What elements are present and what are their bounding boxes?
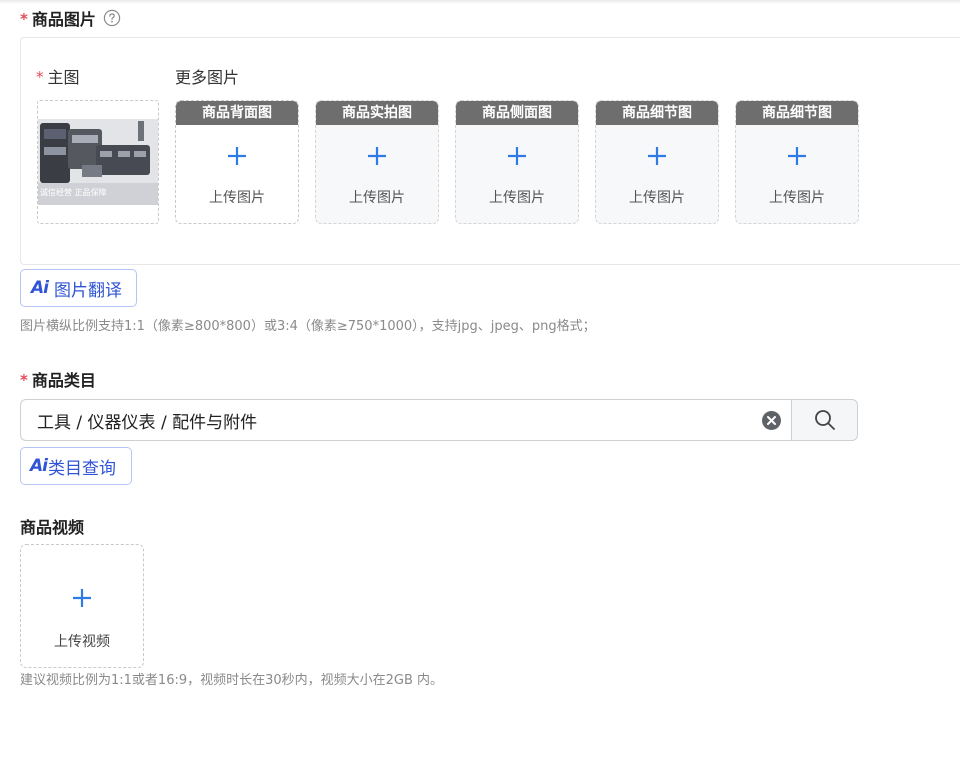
plus-icon (316, 145, 438, 171)
watermark-text: 诚信经营 正品保障 (40, 187, 107, 197)
plus-icon (176, 145, 298, 171)
product-images-label: * 商品图片 (20, 6, 121, 30)
more-images-label: 更多图片 (175, 68, 240, 87)
upload-image-text: 上传图片 (209, 190, 265, 206)
upload-slot-detail-2[interactable]: 商品细节图 上传图片 (735, 100, 859, 224)
main-image-thumbnail[interactable]: 诚信经营 正品保障 (37, 100, 159, 224)
search-icon (814, 410, 835, 430)
slot-title: 商品侧面图 (456, 101, 578, 125)
video-hint-text: 建议视频比例为1:1或者16:9，视频时长在30秒内，视频大小在2GB 内。 (20, 673, 444, 688)
required-mark: * (20, 371, 28, 389)
upload-slot-real-shot[interactable]: 商品实拍图 上传图片 (315, 100, 439, 224)
upload-image-text: 上传图片 (769, 190, 825, 206)
video-title: 商品视频 (20, 518, 85, 537)
ai-icon: Ai (30, 456, 48, 476)
upload-slot-side[interactable]: 商品侧面图 上传图片 (455, 100, 579, 224)
category-input[interactable]: 工具 / 仪器仪表 / 配件与附件 (20, 399, 792, 441)
category-label: * 商品类目 (20, 367, 96, 391)
clear-icon[interactable] (761, 410, 782, 435)
plus-icon (736, 145, 858, 171)
ai-icon: Ai (31, 278, 49, 298)
category-title: 商品类目 (31, 371, 96, 390)
category-value: 工具 / 仪器仪表 / 配件与附件 (37, 412, 258, 433)
upload-image-text: 上传图片 (489, 190, 545, 206)
product-images-title: 商品图片 (31, 10, 96, 29)
upload-slot-detail-1[interactable]: 商品细节图 上传图片 (595, 100, 719, 224)
video-label: 商品视频 (20, 514, 84, 538)
required-mark: * (36, 68, 44, 86)
required-mark: * (20, 10, 28, 28)
ai-category-query-button[interactable]: Ai 类目查询 (20, 447, 132, 485)
upload-video-button[interactable]: 上传视频 (20, 544, 144, 668)
slot-title: 商品实拍图 (316, 101, 438, 125)
plus-icon (456, 145, 578, 171)
slot-title: 商品背面图 (176, 101, 298, 125)
slot-title: 商品细节图 (596, 101, 718, 125)
upload-video-text: 上传视频 (54, 634, 110, 650)
upload-slot-back[interactable]: 商品背面图 上传图片 (175, 100, 299, 224)
plus-icon (21, 587, 143, 613)
main-image-label: * 主图 (36, 64, 80, 88)
ai-image-translate-button[interactable]: Ai 图片翻译 (20, 269, 137, 307)
ai-category-query-label: 类目查询 (47, 458, 116, 479)
product-photo: 诚信经营 正品保障 (38, 119, 158, 205)
top-divider (0, 0, 960, 4)
question-circle-icon[interactable] (103, 9, 121, 27)
ai-image-translate-label: 图片翻译 (53, 280, 122, 301)
plus-icon (596, 145, 718, 171)
image-hint-text: 图片横纵比例支持1:1（像素≥800*800）或3:4（像素≥750*1000）… (20, 319, 596, 334)
upload-image-text: 上传图片 (629, 190, 685, 206)
main-image-label-text: 主图 (47, 68, 80, 87)
upload-image-text: 上传图片 (349, 190, 405, 206)
category-search-button[interactable] (791, 399, 858, 441)
slot-title: 商品细节图 (736, 101, 858, 125)
